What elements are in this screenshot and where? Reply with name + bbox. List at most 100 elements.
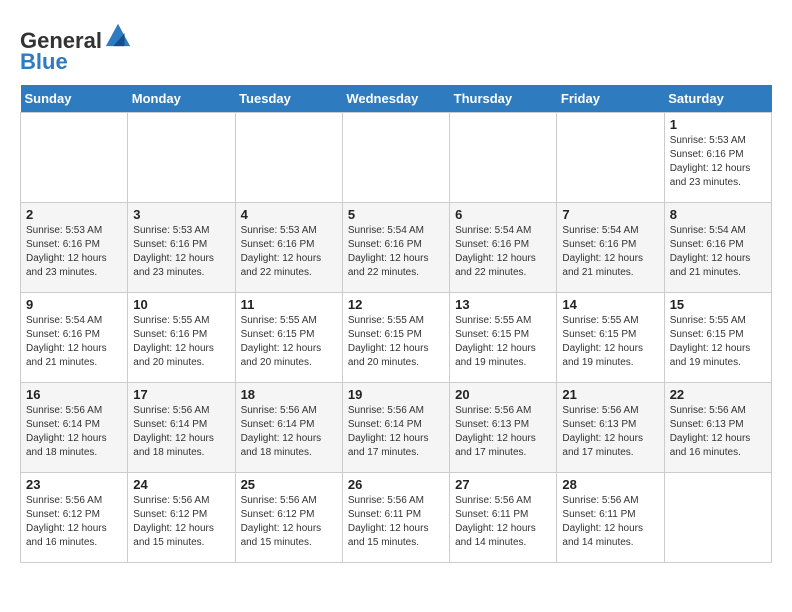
day-detail: Sunrise: 5:56 AM Sunset: 6:14 PM Dayligh…	[26, 404, 122, 460]
week-row-4: 16 Sunrise: 5:56 AM Sunset: 6:14 PM Dayli…	[21, 383, 772, 473]
day-detail: Sunrise: 5:56 AM Sunset: 6:13 PM Dayligh…	[562, 404, 658, 460]
day-detail: Sunrise: 5:54 AM Sunset: 6:16 PM Dayligh…	[670, 224, 766, 280]
day-cell: 12 Sunrise: 5:55 AM Sunset: 6:15 PM Dayli…	[342, 293, 449, 383]
day-cell: 17 Sunrise: 5:56 AM Sunset: 6:14 PM Dayli…	[128, 383, 235, 473]
header-day-thursday: Thursday	[450, 85, 557, 113]
day-number: 16	[26, 387, 122, 402]
day-detail: Sunrise: 5:56 AM Sunset: 6:11 PM Dayligh…	[348, 494, 444, 550]
day-detail: Sunrise: 5:54 AM Sunset: 6:16 PM Dayligh…	[562, 224, 658, 280]
day-number: 25	[241, 477, 337, 492]
day-detail: Sunrise: 5:56 AM Sunset: 6:12 PM Dayligh…	[133, 494, 229, 550]
day-cell: 15 Sunrise: 5:55 AM Sunset: 6:15 PM Dayli…	[664, 293, 771, 383]
day-cell: 6 Sunrise: 5:54 AM Sunset: 6:16 PM Daylig…	[450, 203, 557, 293]
day-number: 4	[241, 207, 337, 222]
day-number: 27	[455, 477, 551, 492]
header-day-saturday: Saturday	[664, 85, 771, 113]
day-cell: 23 Sunrise: 5:56 AM Sunset: 6:12 PM Dayli…	[21, 473, 128, 563]
day-cell: 24 Sunrise: 5:56 AM Sunset: 6:12 PM Dayli…	[128, 473, 235, 563]
day-detail: Sunrise: 5:55 AM Sunset: 6:15 PM Dayligh…	[670, 314, 766, 370]
day-cell: 7 Sunrise: 5:54 AM Sunset: 6:16 PM Daylig…	[557, 203, 664, 293]
day-cell: 28Sunrise: 5:56 AM Sunset: 6:11 PM Dayli…	[557, 473, 664, 563]
day-detail: Sunrise: 5:56 AM Sunset: 6:11 PM Dayligh…	[455, 494, 551, 550]
day-number: 1	[670, 117, 766, 132]
day-detail: Sunrise: 5:56 AM Sunset: 6:14 PM Dayligh…	[241, 404, 337, 460]
day-detail: Sunrise: 5:56 AM Sunset: 6:14 PM Dayligh…	[133, 404, 229, 460]
day-number: 15	[670, 297, 766, 312]
day-cell: 20 Sunrise: 5:56 AM Sunset: 6:13 PM Dayli…	[450, 383, 557, 473]
day-number: 10	[133, 297, 229, 312]
day-number: 18	[241, 387, 337, 402]
day-number: 3	[133, 207, 229, 222]
day-number: 23	[26, 477, 122, 492]
day-detail: Sunrise: 5:54 AM Sunset: 6:16 PM Dayligh…	[348, 224, 444, 280]
day-detail: Sunrise: 5:55 AM Sunset: 6:15 PM Dayligh…	[562, 314, 658, 370]
day-number: 9	[26, 297, 122, 312]
day-number: 12	[348, 297, 444, 312]
day-cell	[235, 113, 342, 203]
day-cell: 9 Sunrise: 5:54 AM Sunset: 6:16 PM Daylig…	[21, 293, 128, 383]
day-detail: Sunrise: 5:53 AM Sunset: 6:16 PM Dayligh…	[133, 224, 229, 280]
day-cell	[21, 113, 128, 203]
day-number: 17	[133, 387, 229, 402]
day-cell: 11 Sunrise: 5:55 AM Sunset: 6:15 PM Dayli…	[235, 293, 342, 383]
day-number: 28	[562, 477, 658, 492]
day-detail: Sunrise: 5:55 AM Sunset: 6:15 PM Dayligh…	[348, 314, 444, 370]
day-detail: Sunrise: 5:55 AM Sunset: 6:15 PM Dayligh…	[241, 314, 337, 370]
day-detail: Sunrise: 5:56 AM Sunset: 6:12 PM Dayligh…	[241, 494, 337, 550]
day-number: 26	[348, 477, 444, 492]
day-number: 5	[348, 207, 444, 222]
logo-icon	[104, 20, 132, 48]
day-cell: 13 Sunrise: 5:55 AM Sunset: 6:15 PM Dayli…	[450, 293, 557, 383]
day-cell	[450, 113, 557, 203]
header-day-tuesday: Tuesday	[235, 85, 342, 113]
day-number: 20	[455, 387, 551, 402]
day-cell: 4 Sunrise: 5:53 AM Sunset: 6:16 PM Daylig…	[235, 203, 342, 293]
day-cell: 16 Sunrise: 5:56 AM Sunset: 6:14 PM Dayli…	[21, 383, 128, 473]
day-cell: 19 Sunrise: 5:56 AM Sunset: 6:14 PM Dayli…	[342, 383, 449, 473]
header-row: SundayMondayTuesdayWednesdayThursdayFrid…	[21, 85, 772, 113]
day-detail: Sunrise: 5:56 AM Sunset: 6:14 PM Dayligh…	[348, 404, 444, 460]
day-cell: 22 Sunrise: 5:56 AM Sunset: 6:13 PM Dayli…	[664, 383, 771, 473]
day-number: 14	[562, 297, 658, 312]
day-detail: Sunrise: 5:54 AM Sunset: 6:16 PM Dayligh…	[26, 314, 122, 370]
header-day-friday: Friday	[557, 85, 664, 113]
day-number: 11	[241, 297, 337, 312]
day-number: 7	[562, 207, 658, 222]
page-header: General Blue	[20, 20, 772, 75]
header-day-sunday: Sunday	[21, 85, 128, 113]
day-cell: 5 Sunrise: 5:54 AM Sunset: 6:16 PM Daylig…	[342, 203, 449, 293]
day-number: 2	[26, 207, 122, 222]
day-cell	[664, 473, 771, 563]
calendar-header: SundayMondayTuesdayWednesdayThursdayFrid…	[21, 85, 772, 113]
day-cell: 25 Sunrise: 5:56 AM Sunset: 6:12 PM Dayli…	[235, 473, 342, 563]
header-day-wednesday: Wednesday	[342, 85, 449, 113]
day-number: 13	[455, 297, 551, 312]
day-number: 21	[562, 387, 658, 402]
day-number: 8	[670, 207, 766, 222]
day-detail: Sunrise: 5:56 AM Sunset: 6:13 PM Dayligh…	[670, 404, 766, 460]
header-day-monday: Monday	[128, 85, 235, 113]
day-number: 6	[455, 207, 551, 222]
day-detail: Sunrise: 5:53 AM Sunset: 6:16 PM Dayligh…	[670, 134, 766, 190]
day-detail: Sunrise: 5:54 AM Sunset: 6:16 PM Dayligh…	[455, 224, 551, 280]
day-cell: 14 Sunrise: 5:55 AM Sunset: 6:15 PM Dayli…	[557, 293, 664, 383]
day-cell: 1 Sunrise: 5:53 AM Sunset: 6:16 PM Daylig…	[664, 113, 771, 203]
day-cell	[128, 113, 235, 203]
day-detail: Sunrise: 5:53 AM Sunset: 6:16 PM Dayligh…	[241, 224, 337, 280]
day-cell: 18 Sunrise: 5:56 AM Sunset: 6:14 PM Dayli…	[235, 383, 342, 473]
day-cell	[342, 113, 449, 203]
day-number: 22	[670, 387, 766, 402]
week-row-2: 2 Sunrise: 5:53 AM Sunset: 6:16 PM Daylig…	[21, 203, 772, 293]
day-cell	[557, 113, 664, 203]
day-number: 24	[133, 477, 229, 492]
week-row-3: 9 Sunrise: 5:54 AM Sunset: 6:16 PM Daylig…	[21, 293, 772, 383]
day-cell: 26 Sunrise: 5:56 AM Sunset: 6:11 PM Dayli…	[342, 473, 449, 563]
day-cell: 27 Sunrise: 5:56 AM Sunset: 6:11 PM Dayli…	[450, 473, 557, 563]
day-detail: Sunrise: 5:56 AM Sunset: 6:12 PM Dayligh…	[26, 494, 122, 550]
day-detail: Sunrise: 5:55 AM Sunset: 6:16 PM Dayligh…	[133, 314, 229, 370]
day-detail: Sunrise: 5:56 AM Sunset: 6:13 PM Dayligh…	[455, 404, 551, 460]
logo: General Blue	[20, 20, 132, 75]
day-detail: Sunrise: 5:55 AM Sunset: 6:15 PM Dayligh…	[455, 314, 551, 370]
week-row-5: 23 Sunrise: 5:56 AM Sunset: 6:12 PM Dayli…	[21, 473, 772, 563]
day-number: 19	[348, 387, 444, 402]
